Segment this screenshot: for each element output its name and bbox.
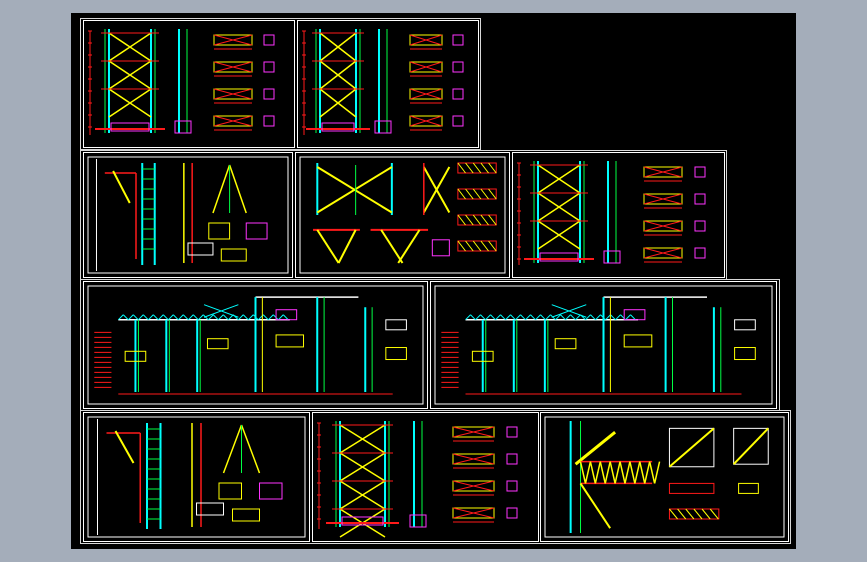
drawing-sheet-8[interactable]	[83, 412, 310, 542]
drawing-sheet-5[interactable]	[512, 152, 725, 278]
sheet-8-linework	[87, 416, 306, 538]
drawing-sheet-1[interactable]	[83, 20, 295, 148]
sheet-5-linework	[517, 161, 706, 265]
sheet-1-linework	[88, 29, 275, 135]
sheet-9-linework	[317, 421, 518, 538]
sheet-4-linework	[299, 156, 506, 274]
drawing-sheet-10[interactable]	[540, 412, 789, 542]
sheet-2-linework	[302, 29, 464, 135]
drawing-sheet-4[interactable]	[295, 152, 510, 278]
sheet-3-linework	[87, 156, 289, 274]
drawing-sheet-6[interactable]	[83, 281, 428, 409]
drawing-sheet-3[interactable]	[83, 152, 293, 278]
sheet-6-linework	[87, 285, 424, 405]
drawing-sheet-2[interactable]	[297, 20, 479, 148]
drawing-sheet-7[interactable]	[430, 281, 777, 409]
drawing-sheet-9[interactable]	[312, 412, 539, 542]
sheet-7-linework	[434, 285, 773, 405]
sheet-10-linework	[544, 416, 785, 538]
